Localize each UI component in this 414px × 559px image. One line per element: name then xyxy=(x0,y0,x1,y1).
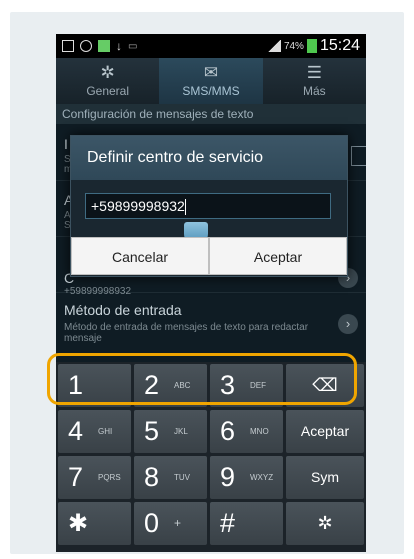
dialog-title: Definir centro de servicio xyxy=(71,136,347,180)
aceptar-key[interactable]: Aceptar xyxy=(286,410,364,453)
gear-icon: ✲ xyxy=(317,513,333,533)
settings-row-input-method[interactable]: Método de entrada Método de entrada de m… xyxy=(56,292,366,362)
sync-icon xyxy=(80,40,92,52)
key-digit: 0 xyxy=(144,508,160,538)
key-letters: TUV xyxy=(174,473,190,482)
key-digit: 6 xyxy=(220,416,236,446)
message-settings-icon: ✉ xyxy=(203,63,219,82)
checkbox-partial[interactable] xyxy=(351,146,366,166)
key-letters: WXYZ xyxy=(250,473,274,482)
text-cursor xyxy=(184,199,186,216)
section-header: Configuración de mensajes de texto xyxy=(56,104,366,124)
input-method-subtitle: Método de entrada de mensajes de texto p… xyxy=(64,322,309,344)
key-letters: MNO xyxy=(250,427,269,436)
key-digit: 8 xyxy=(144,462,160,492)
phone-screen: ↓ ▭ 74% 15:24 ✲ General ✉ SMS/MMS ☰ Más … xyxy=(56,34,366,552)
key-9[interactable]: 9 WXYZ xyxy=(210,456,283,499)
cancel-button[interactable]: Cancelar xyxy=(71,237,209,275)
hash-icon: # xyxy=(220,508,236,538)
key-4[interactable]: 4 GHI xyxy=(58,410,131,453)
more-settings-icon: ☰ xyxy=(306,63,322,82)
tab-mas-label: Más xyxy=(302,84,326,98)
service-center-dialog: Definir centro de servicio +59899998932 … xyxy=(70,135,348,277)
key-5[interactable]: 5 JKL xyxy=(134,410,207,453)
input-method-title: Método de entrada xyxy=(64,302,182,318)
signal-icon xyxy=(266,40,281,52)
key-0[interactable]: 0 + xyxy=(134,502,207,545)
tab-general[interactable]: ✲ General xyxy=(56,58,159,104)
tab-general-label: General xyxy=(86,84,130,98)
chevron-right-icon: › xyxy=(338,314,358,334)
service-center-input-value: +59899998932 xyxy=(91,198,185,214)
hash-key[interactable]: # xyxy=(210,502,283,545)
gallery-icon xyxy=(62,40,74,52)
key-digit: 7 xyxy=(68,462,84,492)
key-digit: 9 xyxy=(220,462,236,492)
battery-icon xyxy=(306,39,317,53)
key-letters: GHI xyxy=(98,427,113,436)
clock: 15:24 xyxy=(319,37,360,54)
star-key[interactable]: ✱ xyxy=(58,502,131,545)
key-digit: 5 xyxy=(144,416,160,446)
row-title: I xyxy=(64,136,68,152)
key-8[interactable]: 8 TUV xyxy=(134,456,207,499)
highlight-annotation xyxy=(47,353,357,405)
settings-tabs: ✲ General ✉ SMS/MMS ☰ Más xyxy=(56,58,366,104)
key-7[interactable]: 7 PQRS xyxy=(58,456,131,499)
keyboard-icon: ▭ xyxy=(128,40,138,52)
key-letters: + xyxy=(174,516,182,530)
app-notification-icon xyxy=(98,40,110,52)
tab-sms-mms-label: SMS/MMS xyxy=(182,84,240,98)
key-6[interactable]: 6 MNO xyxy=(210,410,283,453)
aceptar-key-label: Aceptar xyxy=(300,423,350,439)
battery-percent: 74% xyxy=(283,40,304,52)
star-icon: ✱ xyxy=(68,510,89,537)
key-letters: PQRS xyxy=(98,473,121,482)
key-letters: JKL xyxy=(174,427,188,436)
key-digit: 4 xyxy=(68,416,84,446)
sym-key[interactable]: Sym xyxy=(286,456,364,499)
keyboard-settings-key[interactable]: ✲ xyxy=(286,502,364,545)
tab-sms-mms[interactable]: ✉ SMS/MMS xyxy=(159,58,263,104)
download-icon: ↓ xyxy=(116,39,122,53)
tab-mas[interactable]: ☰ Más xyxy=(263,58,366,104)
gear-icon: ✲ xyxy=(100,63,115,82)
status-bar: ↓ ▭ 74% 15:24 xyxy=(56,34,366,58)
sym-key-label: Sym xyxy=(311,469,339,485)
accept-button[interactable]: Aceptar xyxy=(209,237,347,275)
service-center-input[interactable]: +59899998932 xyxy=(85,193,331,219)
